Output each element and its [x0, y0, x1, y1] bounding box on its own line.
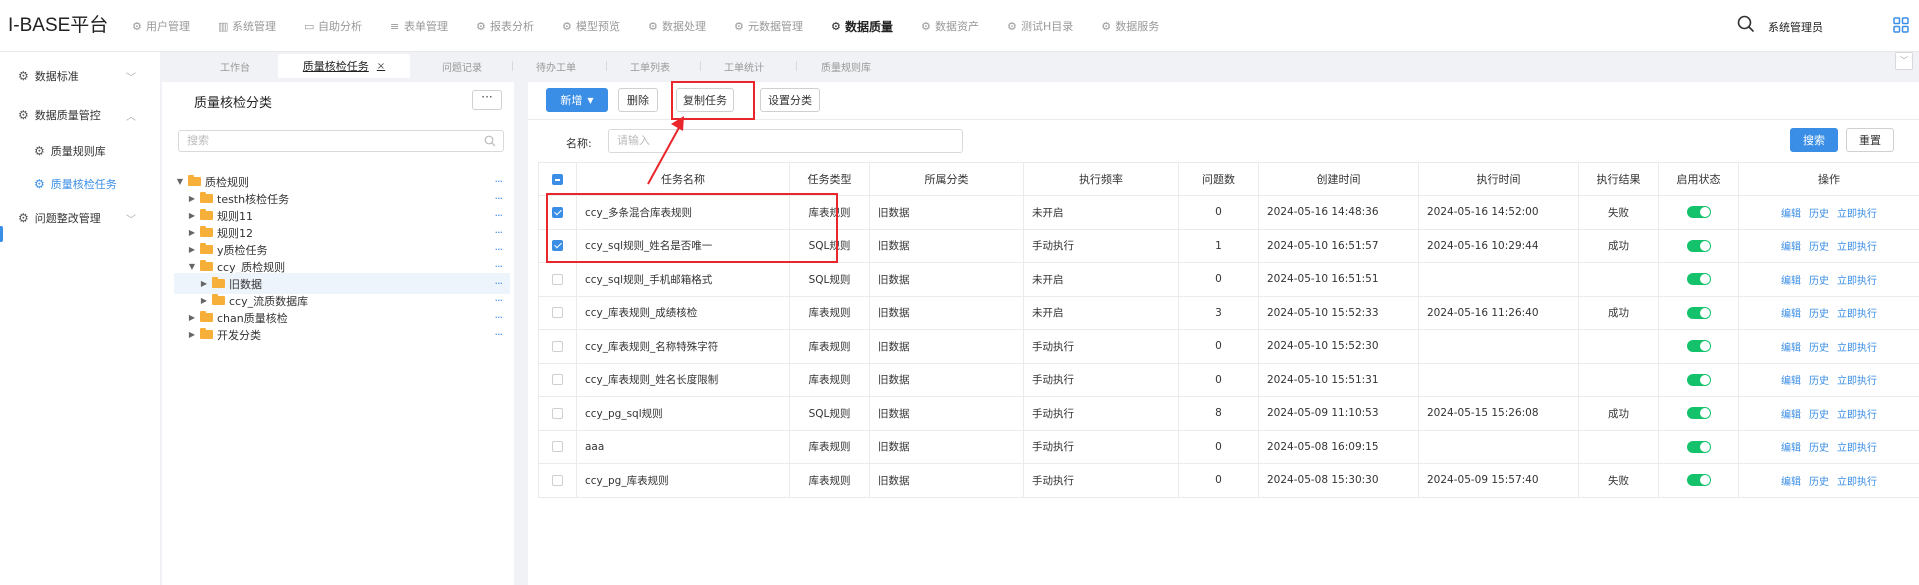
- annotation-arrow: [647, 116, 684, 185]
